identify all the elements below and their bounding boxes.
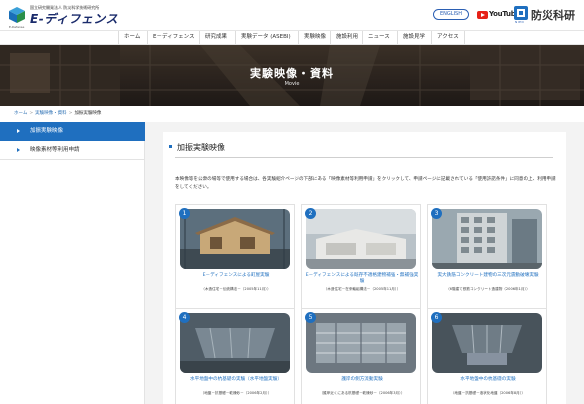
youtube-link[interactable]: YouTube <box>477 10 520 20</box>
card-caption[interactable]: E－ディフェンスによる町屋実験 <box>178 273 294 279</box>
card-subcaption: （地盤－抗基礎－液状化地盤（2006年8月）） <box>450 391 526 395</box>
breadcrumb-separator: > <box>68 111 73 116</box>
sidebar-item-shake-movies[interactable]: 加振実験映像 <box>0 122 145 141</box>
nav-item-facility[interactable]: 施設利用 <box>330 31 363 44</box>
movie-thumbnail[interactable] <box>432 313 542 373</box>
card-number-badge: 6 <box>431 312 442 323</box>
nav-item-news[interactable]: ニュース <box>362 31 395 44</box>
nied-logo-icon <box>514 6 528 20</box>
breadcrumb-separator: > <box>29 111 34 116</box>
movie-thumbnail[interactable] <box>432 209 542 269</box>
card-caption[interactable]: 水平地盤中の杭基礎の実験 <box>430 377 546 383</box>
nav-item-tour[interactable]: 施設見学 <box>397 31 430 44</box>
main-content: 加振実験映像 本映像等を公衆の場等で使用する場合は、各実験紹介ページの下部にある… <box>145 122 584 404</box>
logo-subtitle: E-Defense <box>9 25 25 29</box>
breadcrumb-movies[interactable]: 実験映像・資料 <box>35 111 67 116</box>
card-subcaption: （木造住宅－在来軸組構法－（2005年11月）） <box>323 287 401 291</box>
hero-banner: 実験映像・資料 Movie <box>0 45 584 106</box>
sidebar-item-label: 加振実験映像 <box>30 128 64 134</box>
nav-item-home[interactable]: ホーム <box>118 31 145 44</box>
sidebar-item-label: 映像素材等利用申請 <box>30 147 80 153</box>
card-number-badge: 4 <box>179 312 190 323</box>
english-button[interactable]: ENGLISH <box>433 9 469 20</box>
nied-label: 防災科研 <box>531 9 575 22</box>
movie-card-1[interactable]: 1 E－ディフェンスによる町屋実験 （木造住宅－伝統構法－（2005年11月）） <box>175 204 295 314</box>
nied-logo-link[interactable]: 防災科研 NIED <box>514 5 582 25</box>
card-subcaption: （護岸近くにある杭基礎－乾燥砂－（2006年3月）） <box>319 391 405 395</box>
main-nav: ホーム E－ディフェンス 研究成果 実験データ (ASEBI) 実験映像 施設利… <box>0 30 584 45</box>
section-title: 加振実験映像 <box>169 143 225 152</box>
page-subtitle: Movie <box>284 81 300 87</box>
card-number-badge: 3 <box>431 208 442 219</box>
movie-card-5[interactable]: 5 護岸の側方流動実験 （護岸近くにある杭基礎－乾燥砂－（2006年3月）） <box>301 308 421 404</box>
card-number-badge: 5 <box>305 312 316 323</box>
card-caption[interactable]: 水平地盤中の杭基礎の実験（水平地盤実験） <box>178 377 294 383</box>
nav-item-results[interactable]: 研究成果 <box>199 31 232 44</box>
sidebar-item-usage-request[interactable]: 映像素材等利用申請 <box>0 141 145 160</box>
card-number-badge: 1 <box>179 208 190 219</box>
movie-thumbnail[interactable] <box>180 313 290 373</box>
movie-card-3[interactable]: 3 実大鉄筋コンクリート建物の三次元震動破壊実験 （6階建て鉄筋コンクリート造建… <box>427 204 547 314</box>
intro-text: 本映像等を公衆の場等で使用する場合は、各実験紹介ページの下部にある「映像素材等利… <box>175 177 556 190</box>
movie-thumbnail[interactable] <box>180 209 290 269</box>
card-caption[interactable]: 実大鉄筋コンクリート建物の三次元震動破壊実験 <box>430 273 546 279</box>
section-divider <box>175 157 553 158</box>
nied-sublabel: NIED <box>515 20 525 24</box>
card-caption[interactable]: E－ディフェンスによる既存不適格建物補強・無補強実験 <box>304 273 420 285</box>
movie-thumbnail[interactable] <box>306 313 416 373</box>
nav-item-asebi[interactable]: 実験データ (ASEBI) <box>235 31 296 44</box>
card-subcaption: （6階建て鉄筋コンクリート造建物（2006年1月）） <box>446 287 530 291</box>
breadcrumb-current: 加振実験映像 <box>74 111 102 116</box>
youtube-icon <box>477 11 488 19</box>
card-subcaption: （木造住宅－伝統構法－（2005年11月）） <box>201 287 271 291</box>
page-title: 実験映像・資料 <box>250 67 334 80</box>
nav-item-access[interactable]: アクセス <box>431 31 465 44</box>
breadcrumb-home[interactable]: ホーム <box>14 111 27 116</box>
nav-item-edefense[interactable]: E－ディフェンス <box>147 31 199 44</box>
movie-thumbnail[interactable] <box>306 209 416 269</box>
logo-title[interactable]: E-ディフェンス <box>30 10 118 27</box>
card-subcaption: （地盤－抗基礎－乾燥砂－（2006年2月）） <box>200 391 272 395</box>
content-panel: 加振実験映像 本映像等を公衆の場等で使用する場合は、各実験紹介ページの下部にある… <box>163 132 566 404</box>
chevron-right-icon <box>17 129 20 133</box>
site-header: 国立研究開発法人 防災科学技術研究所 E-ディフェンス E-Defense EN… <box>0 0 584 30</box>
breadcrumb: ホーム > 実験映像・資料 > 加振実験映像 <box>14 110 101 116</box>
card-number-badge: 2 <box>305 208 316 219</box>
chevron-right-icon <box>17 148 20 152</box>
movie-card-2[interactable]: 2 E－ディフェンスによる既存不適格建物補強・無補強実験 （木造住宅－在来軸組構… <box>301 204 421 314</box>
sidebar: 加振実験映像 映像素材等利用申請 <box>0 122 145 404</box>
movie-card-6[interactable]: 6 水平地盤中の杭基礎の実験 （地盤－抗基礎－液状化地盤（2006年8月）） <box>427 308 547 404</box>
movie-card-4[interactable]: 4 水平地盤中の杭基礎の実験（水平地盤実験） （地盤－抗基礎－乾燥砂－（2006… <box>175 308 295 404</box>
card-caption[interactable]: 護岸の側方流動実験 <box>304 377 420 383</box>
nav-item-movies[interactable]: 実験映像 <box>298 31 331 44</box>
logo-cube-icon[interactable] <box>8 6 26 24</box>
